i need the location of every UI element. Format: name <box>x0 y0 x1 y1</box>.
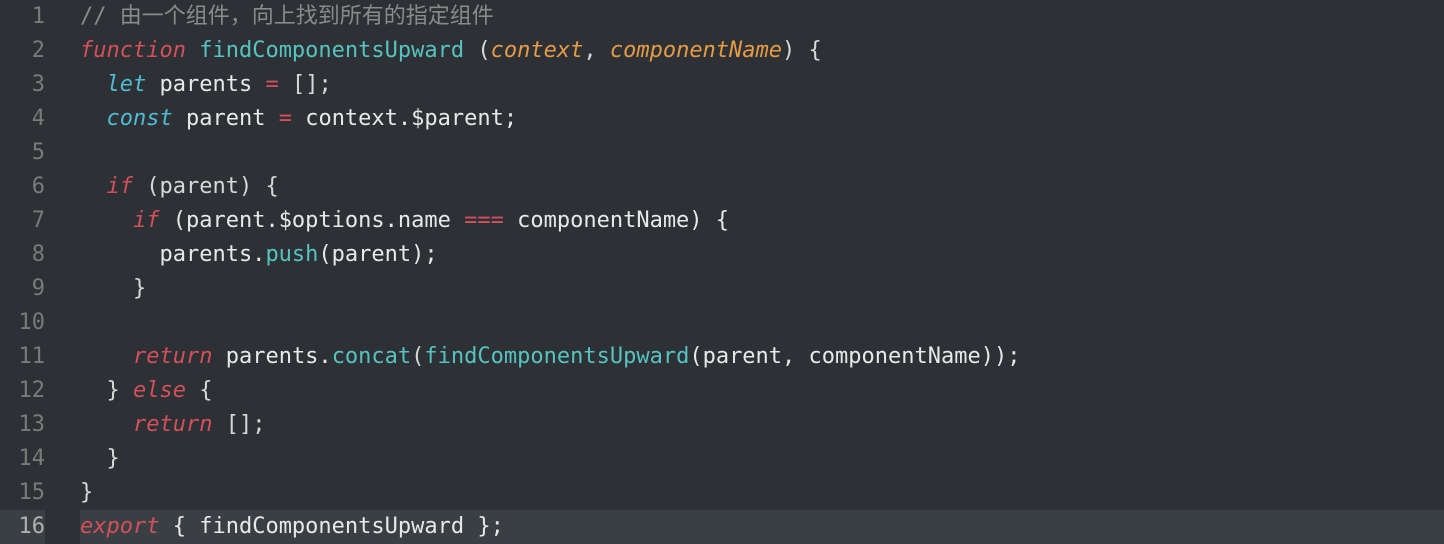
code-token: return <box>133 412 212 437</box>
code-line[interactable]: if (parent.$options.name === componentNa… <box>80 204 1444 238</box>
code-token: parents <box>146 72 265 97</box>
code-token: } <box>80 446 120 471</box>
code-token: else <box>133 378 186 403</box>
code-line[interactable]: export { findComponentsUpward }; <box>80 510 1444 544</box>
line-number: 1 <box>0 0 45 34</box>
code-token: (parent, componentName)); <box>689 344 1020 369</box>
code-token <box>80 208 133 233</box>
code-token: parents. <box>212 344 331 369</box>
code-line[interactable]: let parents = []; <box>80 68 1444 102</box>
code-line[interactable]: } <box>80 272 1444 306</box>
line-number: 7 <box>0 204 45 238</box>
line-number: 6 <box>0 170 45 204</box>
code-token: componentName <box>610 38 782 63</box>
code-token: let <box>107 72 147 97</box>
code-token: componentName) { <box>504 208 729 233</box>
line-number-gutter: 12345678910111213141516 <box>0 0 60 544</box>
code-line[interactable]: if (parent) { <box>80 170 1444 204</box>
code-token: } <box>80 378 133 403</box>
line-number: 15 <box>0 476 45 510</box>
line-number: 3 <box>0 68 45 102</box>
code-line[interactable]: function findComponentsUpward (context, … <box>80 34 1444 68</box>
code-token: findComponentsUpward <box>199 38 464 63</box>
code-token: === <box>464 208 504 233</box>
code-token: if <box>107 174 134 199</box>
code-line[interactable] <box>80 306 1444 340</box>
code-token <box>80 412 133 437</box>
code-line[interactable]: return []; <box>80 408 1444 442</box>
code-token: if <box>133 208 160 233</box>
code-token: push <box>265 242 318 267</box>
code-token: { findComponentsUpward }; <box>159 514 503 539</box>
line-number: 4 <box>0 102 45 136</box>
code-line[interactable]: parents.push(parent); <box>80 238 1444 272</box>
code-token: findComponentsUpward <box>424 344 689 369</box>
code-token <box>80 344 133 369</box>
code-line[interactable]: } else { <box>80 374 1444 408</box>
line-number: 14 <box>0 442 45 476</box>
code-token: { <box>186 378 213 403</box>
code-token: = <box>279 106 292 131</box>
code-token: const <box>107 106 173 131</box>
code-line[interactable]: const parent = context.$parent; <box>80 102 1444 136</box>
code-token: ) <box>782 38 795 63</box>
line-number: 8 <box>0 238 45 272</box>
code-token: ( <box>411 344 424 369</box>
code-token: (parent); <box>318 242 437 267</box>
code-token: (parent) { <box>133 174 279 199</box>
code-line[interactable]: } <box>80 476 1444 510</box>
code-token <box>80 72 107 97</box>
code-token: return <box>133 344 212 369</box>
code-token: function <box>80 38 186 63</box>
code-token: parent <box>173 106 279 131</box>
code-editor[interactable]: 12345678910111213141516 // 由一个组件，向上找到所有的… <box>0 0 1444 544</box>
code-line[interactable]: // 由一个组件，向上找到所有的指定组件 <box>80 0 1444 34</box>
code-token <box>186 38 199 63</box>
code-token: = <box>265 72 278 97</box>
code-token <box>80 174 107 199</box>
line-number: 10 <box>0 306 45 340</box>
line-number: 13 <box>0 408 45 442</box>
line-number: 5 <box>0 136 45 170</box>
code-token: (parent.$options.name <box>159 208 464 233</box>
code-token: { <box>809 38 822 63</box>
code-token: []; <box>212 412 265 437</box>
code-area[interactable]: // 由一个组件，向上找到所有的指定组件 function findCompone… <box>60 0 1444 544</box>
code-line[interactable]: return parents.concat(findComponentsUpwa… <box>80 340 1444 374</box>
code-token <box>795 38 808 63</box>
code-token: } <box>80 480 93 505</box>
line-number: 16 <box>0 510 45 544</box>
code-token: export <box>80 514 159 539</box>
code-token: } <box>80 276 146 301</box>
code-token <box>464 38 477 63</box>
code-token: []; <box>279 72 332 97</box>
code-line[interactable] <box>80 136 1444 170</box>
line-number: 12 <box>0 374 45 408</box>
code-token: context.$parent; <box>292 106 517 131</box>
line-number: 2 <box>0 34 45 68</box>
code-line[interactable]: } <box>80 442 1444 476</box>
code-token: , <box>583 38 610 63</box>
code-token: // 由一个组件，向上找到所有的指定组件 <box>80 4 494 29</box>
code-token: concat <box>332 344 411 369</box>
code-token <box>80 106 107 131</box>
code-token: parents. <box>80 242 265 267</box>
code-token: context <box>491 38 584 63</box>
line-number: 9 <box>0 272 45 306</box>
line-number: 11 <box>0 340 45 374</box>
code-token: ( <box>477 38 490 63</box>
